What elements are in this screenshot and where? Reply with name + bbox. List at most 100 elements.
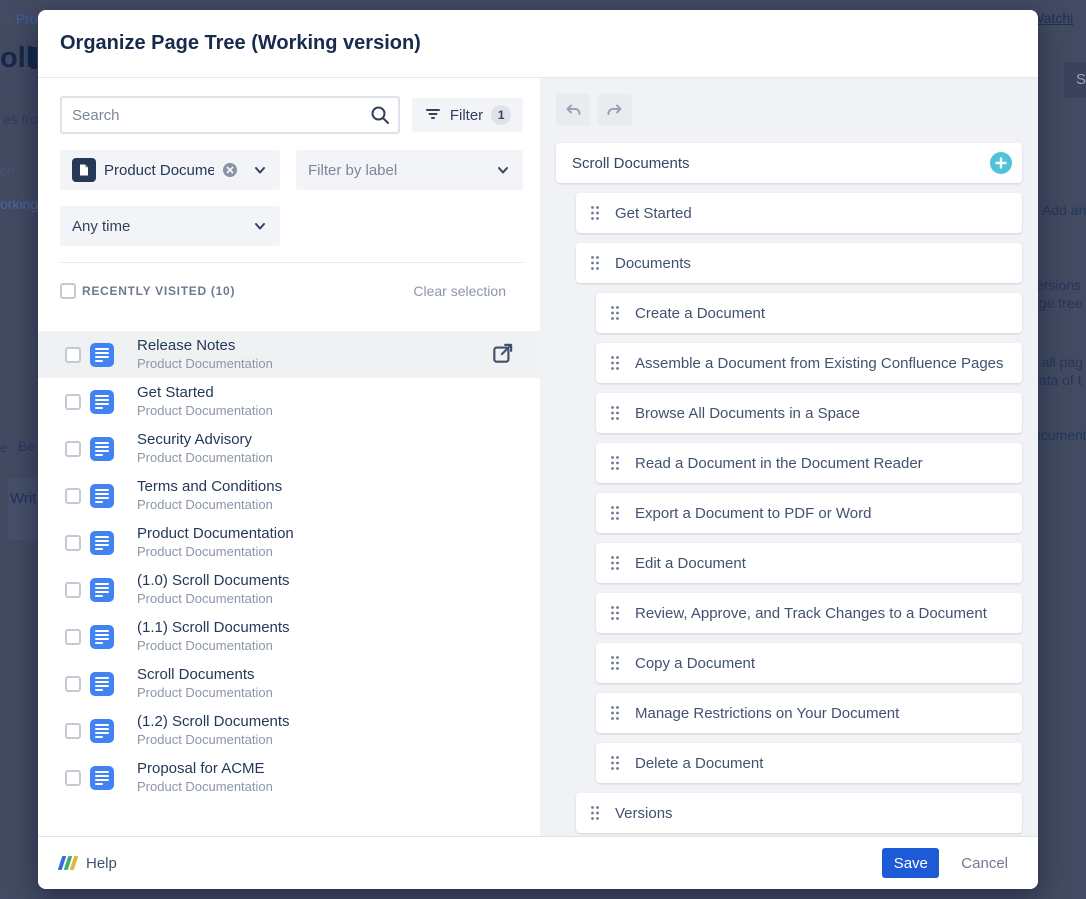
tree-item[interactable]: Review, Approve, and Track Changes to a … <box>596 593 1022 633</box>
item-subtitle: Product Documentation <box>137 544 294 560</box>
dialog-body: Filter 1 Product Documentat <box>38 78 1038 836</box>
item-title: Terms and Conditions <box>137 478 282 497</box>
filter-button[interactable]: Filter 1 <box>412 98 523 132</box>
time-filter-select[interactable]: Any time <box>60 206 280 246</box>
list-item[interactable]: Product Documentation Product Documentat… <box>38 519 540 566</box>
item-checkbox[interactable] <box>65 347 81 363</box>
select-all-checkbox[interactable] <box>60 283 76 299</box>
tree-item[interactable]: Delete a Document <box>596 743 1022 783</box>
footer-actions: Save Cancel <box>882 848 1008 878</box>
list-item[interactable]: Security Advisory Product Documentation <box>38 425 540 472</box>
list-item[interactable]: (1.1) Scroll Documents Product Documenta… <box>38 613 540 660</box>
chevron-down-icon <box>252 218 268 234</box>
item-checkbox[interactable] <box>65 394 81 410</box>
drag-handle-icon[interactable] <box>610 305 620 321</box>
list-item[interactable]: (1.0) Scroll Documents Product Documenta… <box>38 566 540 613</box>
page-icon <box>90 719 114 743</box>
chevron-down-icon <box>495 162 511 178</box>
page-icon <box>90 672 114 696</box>
tree-item[interactable]: Export a Document to PDF or Word <box>596 493 1022 533</box>
tree-item[interactable]: Edit a Document <box>596 543 1022 583</box>
item-checkbox[interactable] <box>65 441 81 457</box>
search-input[interactable] <box>60 96 400 134</box>
item-texts: Release Notes Product Documentation <box>137 337 273 372</box>
save-button[interactable]: Save <box>882 848 939 878</box>
tree-root-item[interactable]: Scroll Documents <box>556 143 1022 183</box>
undo-button[interactable] <box>556 94 590 126</box>
item-title: (1.0) Scroll Documents <box>137 572 290 591</box>
drag-handle-icon[interactable] <box>610 405 620 421</box>
open-in-new-tab-button[interactable] <box>488 338 518 371</box>
tree-item-label: Documents <box>615 255 691 272</box>
tree-item[interactable]: Assemble a Document from Existing Conflu… <box>596 343 1022 383</box>
tree-item-label: Manage Restrictions on Your Document <box>635 705 899 722</box>
tree-item[interactable]: Read a Document in the Document Reader <box>596 443 1022 483</box>
item-checkbox[interactable] <box>65 535 81 551</box>
item-checkbox[interactable] <box>65 770 81 786</box>
list-item[interactable]: Get Started Product Documentation <box>38 378 540 425</box>
item-subtitle: Product Documentation <box>137 356 273 372</box>
add-page-button[interactable] <box>990 152 1012 174</box>
filter-icon <box>424 105 442 126</box>
list-item[interactable]: (1.2) Scroll Documents Product Documenta… <box>38 707 540 754</box>
redo-button[interactable] <box>598 94 632 126</box>
page-icon <box>90 390 114 414</box>
dialog-title: Organize Page Tree (Working version) <box>60 32 421 55</box>
list-item[interactable]: Proposal for ACME Product Documentation <box>38 754 540 801</box>
drag-handle-icon[interactable] <box>590 805 600 821</box>
list-item[interactable]: Terms and Conditions Product Documentati… <box>38 472 540 519</box>
item-subtitle: Product Documentation <box>137 497 282 513</box>
drag-handle-icon[interactable] <box>610 455 620 471</box>
tree-item[interactable]: Versions <box>576 793 1022 833</box>
help-button[interactable]: Help <box>60 855 117 872</box>
tree-item-label: Read a Document in the Document Reader <box>635 455 923 472</box>
item-subtitle: Product Documentation <box>137 779 273 795</box>
comment-box-fragment <box>8 478 38 540</box>
drag-handle-icon[interactable] <box>610 355 620 371</box>
cancel-button[interactable]: Cancel <box>961 855 1008 872</box>
item-subtitle: Product Documentation <box>137 732 290 748</box>
chevron-down-icon <box>252 162 268 178</box>
clear-selection-button[interactable]: Clear selection <box>413 283 506 299</box>
item-checkbox[interactable] <box>65 676 81 692</box>
list-item[interactable]: Scroll Documents Product Documentation <box>38 660 540 707</box>
item-checkbox[interactable] <box>65 582 81 598</box>
space-filter-select[interactable]: Product Documentat <box>60 150 280 190</box>
drag-handle-icon[interactable] <box>610 505 620 521</box>
item-checkbox[interactable] <box>65 723 81 739</box>
tree-item-label: Create a Document <box>635 305 765 322</box>
drag-handle-icon[interactable] <box>590 255 600 271</box>
tree-item[interactable]: Get Started <box>576 193 1022 233</box>
time-filter-value: Any time <box>72 218 252 235</box>
remove-space-filter-icon[interactable] <box>222 162 238 178</box>
drag-handle-icon[interactable] <box>590 205 600 221</box>
drag-handle-icon[interactable] <box>610 755 620 771</box>
tree-item-label: Edit a Document <box>635 555 746 572</box>
item-texts: Terms and Conditions Product Documentati… <box>137 478 282 513</box>
drag-handle-icon[interactable] <box>610 705 620 721</box>
drag-handle-icon[interactable] <box>610 655 620 671</box>
item-checkbox[interactable] <box>65 629 81 645</box>
item-subtitle: Product Documentation <box>137 591 290 607</box>
drag-handle-icon[interactable] <box>610 555 620 571</box>
tree-item[interactable]: Copy a Document <box>596 643 1022 683</box>
page-tree-panel: Scroll Documents Get Started Documents <box>540 78 1038 836</box>
link-fragment: orking <box>0 196 38 212</box>
list-item[interactable]: Release Notes Product Documentation <box>38 331 540 378</box>
page-tree: Scroll Documents Get Started Documents <box>556 143 1022 833</box>
filter-count-badge: 1 <box>491 105 511 125</box>
breadcrumb-link: Pro <box>16 11 38 27</box>
item-checkbox[interactable] <box>65 488 81 504</box>
background-text: age tree <box>1031 295 1082 311</box>
tree-item[interactable]: Documents <box>576 243 1022 283</box>
page-icon <box>90 343 114 367</box>
space-icon <box>72 158 96 182</box>
tree-item[interactable]: Create a Document <box>596 293 1022 333</box>
page-icon <box>90 437 114 461</box>
results-section-title: RECENTLY VISITED (10) <box>82 284 235 298</box>
tree-item[interactable]: Manage Restrictions on Your Document <box>596 693 1022 733</box>
item-title: (1.2) Scroll Documents <box>137 713 290 732</box>
label-filter-select[interactable]: Filter by label <box>296 150 523 190</box>
drag-handle-icon[interactable] <box>610 605 620 621</box>
tree-item[interactable]: Browse All Documents in a Space <box>596 393 1022 433</box>
